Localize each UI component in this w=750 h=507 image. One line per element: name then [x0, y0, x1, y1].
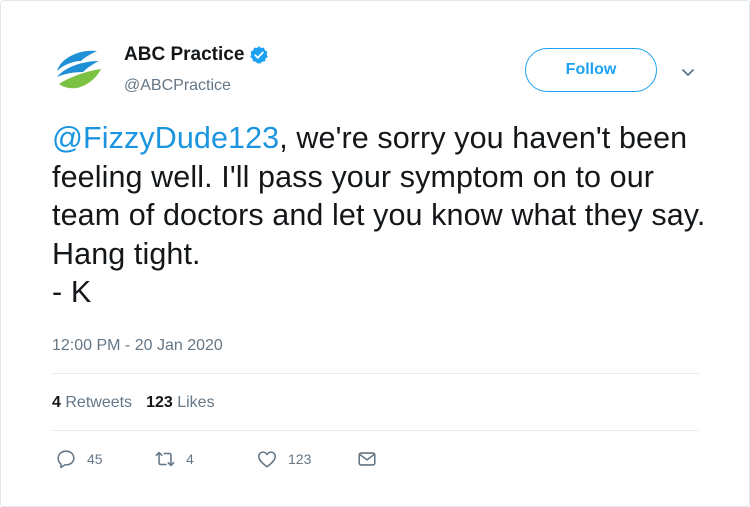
tweet-timestamp[interactable]: 12:00 PM - 20 Jan 2020: [52, 337, 223, 355]
retweet-count: 4: [186, 451, 194, 467]
retweet-button[interactable]: 4: [154, 448, 194, 470]
likes-label: Likes: [177, 394, 215, 411]
verified-badge-icon: [250, 46, 269, 64]
chevron-down-icon[interactable]: [679, 63, 697, 81]
display-name[interactable]: ABC Practice: [124, 44, 244, 66]
reply-icon: [57, 450, 75, 469]
abc-practice-logo[interactable]: [51, 41, 105, 95]
like-button[interactable]: 123: [256, 448, 311, 470]
like-count: 123: [288, 451, 312, 467]
follow-button[interactable]: Follow: [525, 48, 657, 92]
tweet-actions: 45 4 123: [1, 448, 750, 474]
envelope-icon: [358, 452, 376, 466]
reply-count: 45: [87, 451, 103, 467]
retweets-count: 4: [52, 394, 61, 411]
tweet-card: ABC Practice @ABCPractice Follow @FizzyD…: [0, 0, 750, 507]
account-handle[interactable]: @ABCPractice: [124, 77, 231, 95]
mention-link[interactable]: @FizzyDude123: [52, 121, 279, 155]
heart-icon: [257, 451, 277, 468]
divider: [52, 430, 699, 431]
account-name-row: ABC Practice: [124, 44, 269, 66]
tweet-signature: - K: [52, 275, 92, 309]
retweets-label: Retweets: [65, 394, 133, 411]
likes-count: 123: [146, 394, 173, 411]
direct-message-button[interactable]: [356, 448, 378, 470]
retweets-stat[interactable]: 4 Retweets: [52, 394, 132, 412]
reply-button[interactable]: 45: [55, 448, 103, 470]
retweet-icon: [155, 451, 175, 467]
tweet-text: @FizzyDude123, we're sorry you haven't b…: [52, 119, 712, 312]
divider: [52, 373, 699, 374]
likes-stat[interactable]: 123 Likes: [146, 394, 215, 412]
tweet-stats: 4 Retweets 123 Likes: [52, 394, 215, 412]
